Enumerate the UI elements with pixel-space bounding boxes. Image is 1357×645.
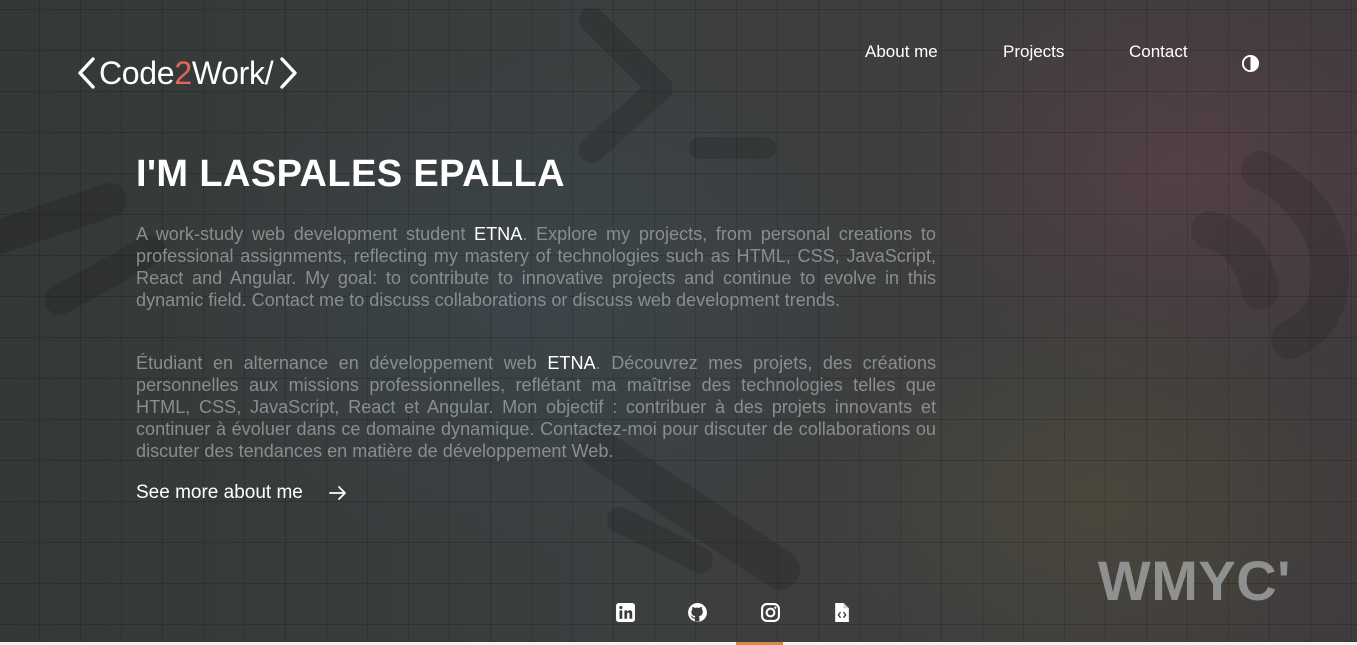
github-icon[interactable] [687,602,708,623]
watermark-text: WMYC' [1097,549,1291,612]
school-highlight: ETNA [474,224,523,244]
background-code-illustration [0,7,1350,590]
intro-en-text-start: A work-study web development student [136,224,475,244]
contrast-icon[interactable] [1241,54,1260,73]
linkedin-icon[interactable] [615,602,636,623]
nav-about-me[interactable]: About me [865,42,938,62]
chevron-right-icon [280,57,297,89]
see-more-label: See more about me [136,482,303,503]
logo-suffix: Work/ [191,54,274,91]
nav-contact[interactable]: Contact [1129,42,1188,62]
instagram-icon[interactable] [760,602,781,623]
site-logo[interactable]: Code2Work/ [76,54,299,92]
hero-background [0,0,1357,642]
logo-prefix: Code [99,54,175,91]
intro-paragraph-fr: Étudiant en alternance en développement … [136,352,936,462]
nav-projects[interactable]: Projects [1003,42,1064,62]
arrow-right-icon [328,486,346,500]
code-file-icon[interactable] [831,602,852,623]
see-more-link[interactable]: See more about me [136,482,347,504]
school-highlight: ETNA [547,353,596,373]
logo-accent: 2 [174,54,192,91]
intro-fr-text-start: Étudiant en alternance en développement … [136,353,548,373]
intro-paragraph-en: A work-study web development student ETN… [136,223,936,311]
logo-text: Code2Work/ [99,54,274,92]
hero-title: I'M LASPALES EPALLA [136,153,566,195]
chevron-left-icon [78,57,95,89]
